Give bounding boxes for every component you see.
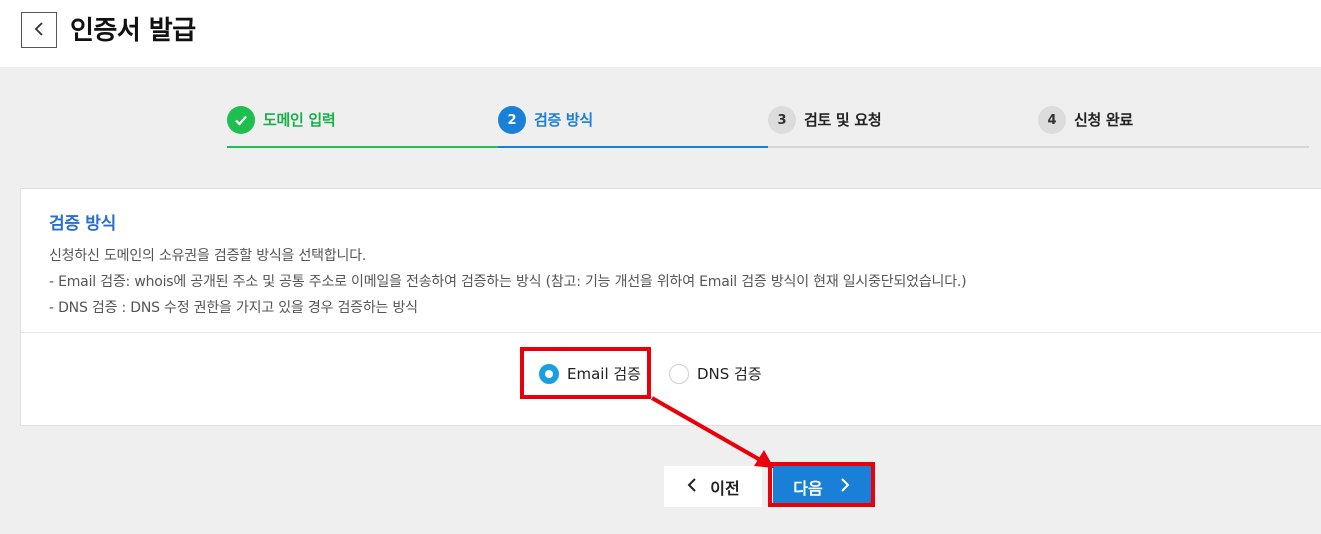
check-icon (227, 106, 255, 134)
description-line: - Email 검증: whois에 공개된 주소 및 공통 주소로 이메일을 … (49, 274, 967, 290)
step-number: 3 (768, 106, 796, 134)
verification-panel: 검증 방식 신청하신 도메인의 소유권을 검증할 방식을 선택합니다. - Em… (20, 188, 1321, 426)
description-line: - DNS 검증 : DNS 수정 권한을 가지고 있을 경우 검증하는 방식 (49, 300, 418, 316)
email-option-highlight (520, 347, 651, 399)
dns-radio[interactable] (669, 363, 689, 384)
prev-button[interactable]: 이전 (664, 466, 762, 507)
panel-description: 신청하신 도메인의 소유권을 검증할 방식을 선택합니다. - Email 검증… (49, 243, 967, 321)
page-title: 인증서 발급 (70, 16, 196, 46)
chevron-left-icon (33, 21, 45, 40)
step-label: 신청 완료 (1074, 111, 1133, 129)
step-domain-input: 도메인 입력 (227, 106, 336, 148)
next-button-highlight (768, 462, 875, 507)
step-verification-method: 2 검증 방식 (498, 106, 593, 148)
step-label: 검토 및 요청 (804, 111, 882, 129)
chevron-left-icon (686, 477, 698, 497)
step-number: 4 (1038, 106, 1066, 134)
dns-option-label: DNS 검증 (697, 365, 762, 383)
description-line: 신청하신 도메인의 소유권을 검증할 방식을 선택합니다. (49, 248, 367, 264)
step-application-complete: 4 신청 완료 (1038, 106, 1133, 148)
dns-verification-option[interactable]: DNS 검증 (669, 363, 762, 384)
prev-label: 이전 (710, 478, 740, 498)
stepper: 도메인 입력 2 검증 방식 3 검토 및 요청 4 신청 완료 (227, 106, 1309, 148)
step-label: 도메인 입력 (263, 111, 336, 129)
top-bar: 인증서 발급 (0, 0, 1321, 67)
step-review-request: 3 검토 및 요청 (768, 106, 882, 148)
divider (21, 332, 1321, 333)
step-label: 검증 방식 (534, 111, 593, 129)
panel-title: 검증 방식 (49, 214, 116, 234)
step-number: 2 (498, 106, 526, 134)
back-button[interactable] (21, 12, 57, 48)
